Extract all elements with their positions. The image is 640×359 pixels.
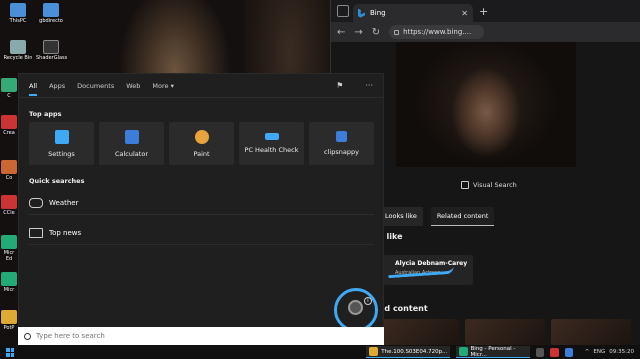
desktop-icon-micr-ed[interactable]: Micr Ed [0, 235, 18, 262]
visual-search-icon [461, 181, 469, 189]
thumbnail[interactable] [551, 319, 631, 345]
close-tab-icon[interactable]: ✕ [461, 9, 468, 18]
app-icon[interactable] [536, 347, 545, 357]
taskbar-item-video[interactable]: The.100.S03E04.720p... [366, 346, 451, 358]
potplayer-icon [1, 310, 17, 324]
folder-icon [369, 347, 379, 356]
health-pulse-icon [264, 133, 279, 140]
desktop-icon-gbdirecto[interactable]: gbdirecto [36, 3, 66, 24]
tab-all[interactable]: All [29, 76, 38, 96]
windows-start-icon[interactable] [6, 347, 15, 357]
url-field[interactable]: https://www.bing.... [389, 25, 485, 39]
clipsnappy-icon [336, 131, 347, 142]
quick-search-top-news[interactable]: Top news [29, 221, 374, 245]
desktop-icon-crea[interactable]: Crea [0, 115, 18, 136]
desktop-icon-micr[interactable]: Micr [0, 272, 18, 293]
top-apps-heading: Top apps [29, 110, 62, 118]
taskbar: The.100.S03E04.720p... Bing - Personal -… [0, 345, 640, 359]
lock-icon [394, 29, 400, 35]
calculator-icon [124, 129, 139, 144]
tab-related-content[interactable]: Related content [430, 207, 495, 226]
app-paint[interactable]: Paint [169, 122, 234, 165]
app-icon [43, 40, 59, 54]
app-icon[interactable] [550, 347, 559, 357]
edge-icon [1, 272, 17, 286]
visual-search-button[interactable]: Visual Search [461, 181, 517, 189]
edge-icon [459, 347, 468, 356]
recycle-bin-icon [10, 40, 26, 54]
new-tab-button[interactable]: + [479, 5, 488, 18]
app-icon [43, 3, 59, 17]
app-pc-health-check[interactable]: PC Health Check [239, 122, 304, 165]
related-thumbnails [379, 319, 631, 345]
search-image [396, 42, 576, 167]
paint-palette-icon [194, 129, 209, 144]
tab-looks-like[interactable]: Looks like [379, 207, 423, 226]
tab-more[interactable]: More ▾ [152, 82, 173, 90]
tab-actions-icon[interactable] [337, 5, 349, 17]
tab-title: Bing [370, 9, 386, 17]
weather-cloud-icon [29, 197, 43, 208]
related-content-heading: ed content [379, 304, 428, 313]
desktop-icon-thispc[interactable]: ThisPC [3, 3, 33, 24]
desktop-icon-ccle[interactable]: CCle [0, 195, 18, 216]
info-icon[interactable]: i [364, 297, 372, 305]
quick-searches-heading: Quick searches [29, 177, 85, 185]
feedback-icon[interactable]: ⚑ [336, 81, 343, 90]
refresh-icon[interactable]: ↻ [372, 27, 380, 38]
back-icon[interactable]: ← [337, 27, 345, 38]
desktop-icon-co[interactable]: Co [0, 160, 18, 181]
tab-bing[interactable]: Bing ✕ [353, 4, 473, 22]
top-apps-list: Settings Calculator Paint PC Health Chec… [29, 122, 374, 165]
search-panel: All Apps Documents Web More ▾ ⚑ ··· Top … [18, 73, 384, 345]
desktop-icon-recycle-bin[interactable]: Recycle Bin [3, 40, 33, 61]
desktop-icon-potp[interactable]: PotP [0, 310, 18, 331]
bing-visual-search-button[interactable] [348, 300, 363, 315]
app-icon [1, 160, 17, 174]
edge-icon [1, 235, 17, 249]
desktop-icon-shaderglass[interactable]: ShaderGlass [36, 40, 67, 61]
tab-documents[interactable]: Documents [77, 82, 114, 90]
tab-bar: Bing ✕ + [331, 0, 640, 22]
system-tray: ^ ENG 09:35:20 [585, 349, 640, 355]
result-tabs: Looks like Related content [379, 207, 495, 226]
app-clipsnappy[interactable]: clipsnappy [309, 122, 374, 165]
search-input[interactable] [36, 332, 336, 340]
app-settings[interactable]: Settings [29, 122, 94, 165]
entity-name: Alycia Debnam-Carey [395, 260, 468, 267]
forward-icon[interactable]: → [354, 27, 362, 38]
news-icon [29, 227, 43, 238]
taskbar-search-box[interactable] [18, 327, 384, 345]
settings-gear-icon [54, 129, 69, 144]
clock[interactable]: 09:35:20 [609, 349, 634, 355]
bing-icon [358, 8, 365, 18]
tab-apps[interactable]: Apps [49, 82, 65, 90]
app-icon [1, 78, 17, 92]
tab-web[interactable]: Web [126, 82, 140, 90]
app-icon [1, 115, 17, 129]
url-text: https://www.bing.... [403, 28, 472, 36]
desktop-icon-c[interactable]: C [0, 78, 18, 99]
computer-icon [10, 3, 26, 17]
quick-search-weather[interactable]: Weather [29, 191, 374, 215]
thumbnail[interactable] [465, 319, 545, 345]
taskbar-item-edge[interactable]: Bing - Personal - Micr... [456, 346, 531, 358]
search-icon [24, 332, 31, 340]
thumbnail[interactable] [379, 319, 459, 345]
more-options-icon[interactable]: ··· [365, 81, 373, 90]
app-icon[interactable] [564, 347, 573, 357]
ccleaner-icon [1, 195, 17, 209]
app-calculator[interactable]: Calculator [99, 122, 164, 165]
chevron-up-icon[interactable]: ^ [585, 349, 590, 355]
search-scope-tabs: All Apps Documents Web More ▾ ⚑ ··· [19, 74, 383, 98]
address-bar: ← → ↻ https://www.bing.... [331, 22, 640, 42]
language-indicator[interactable]: ENG [593, 349, 605, 355]
